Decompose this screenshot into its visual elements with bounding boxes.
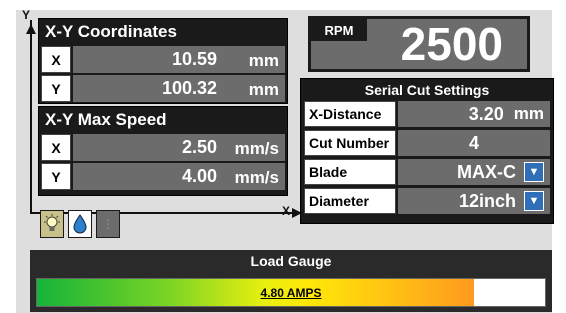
load-gauge-panel: Load Gauge 4.80 AMPS	[30, 250, 552, 312]
x-distance-field[interactable]: 3.20 mm	[398, 101, 550, 127]
coord-y-label: Y	[41, 75, 71, 102]
diameter-select[interactable]: 12inch ▼	[398, 188, 550, 214]
diameter-dropdown-button[interactable]: ▼	[524, 191, 544, 211]
coord-row-y: Y 100.32 mm	[41, 75, 285, 102]
diameter-label: Diameter	[304, 188, 396, 214]
rpm-label: RPM	[311, 19, 367, 41]
y-axis-label: Y	[22, 8, 31, 22]
diameter-value: 12inch	[458, 190, 516, 211]
x-distance-row: X-Distance 3.20 mm	[304, 101, 550, 127]
coord-y-value: 100.32	[73, 75, 227, 102]
load-gauge-title: Load Gauge	[250, 253, 332, 269]
light-bulb-icon	[44, 214, 60, 231]
light-toggle-button[interactable]	[40, 210, 64, 238]
chevron-down-icon: ▼	[528, 165, 540, 178]
speed-y-unit: mm/s	[227, 163, 285, 190]
blade-value: MAX-C	[457, 161, 516, 182]
speed-row-y: Y 4.00 mm/s	[41, 163, 285, 190]
serial-cut-settings-panel: Serial Cut Settings X-Distance 3.20 mm C…	[300, 78, 554, 224]
rpm-display: RPM 2500	[308, 16, 530, 72]
coolant-icon: ⋮	[102, 217, 114, 231]
coolant-toggle-button[interactable]: ⋮	[96, 210, 120, 238]
x-distance-label: X-Distance	[304, 101, 396, 127]
water-drop-icon	[73, 214, 87, 234]
blade-label: Blade	[304, 159, 396, 185]
cut-number-field[interactable]: 4	[398, 130, 550, 156]
y-axis-arrow-icon	[26, 24, 36, 34]
speed-x-value: 2.50	[73, 134, 227, 161]
xy-coordinates-panel: X-Y Coordinates X 10.59 mm Y 100.32 mm	[38, 18, 288, 104]
cut-number-value: 4	[468, 132, 479, 153]
serial-cut-title: Serial Cut Settings	[364, 82, 490, 98]
blade-select[interactable]: MAX-C ▼	[398, 159, 550, 185]
x-distance-unit: mm	[513, 104, 544, 123]
speed-x-unit: mm/s	[227, 134, 285, 161]
speed-y-value: 4.00	[73, 163, 227, 190]
x-axis-label: X	[282, 204, 291, 218]
coord-y-unit: mm	[227, 75, 285, 102]
speed-row-x: X 2.50 mm/s	[41, 134, 285, 161]
load-gauge-bar: 4.80 AMPS	[36, 278, 546, 307]
coord-x-label: X	[41, 46, 71, 73]
speed-x-label: X	[41, 134, 71, 161]
speed-y-label: Y	[41, 163, 71, 190]
machine-status-screen: Y X X-Y Coordinates X 10.59 mm Y 100.32 …	[16, 8, 554, 313]
coord-x-value: 10.59	[73, 46, 227, 73]
y-axis-line	[30, 20, 32, 214]
blade-row: Blade MAX-C ▼	[304, 159, 550, 185]
coord-row-x: X 10.59 mm	[41, 46, 285, 73]
tool-toggle-group: ⋮	[40, 210, 120, 238]
coord-x-unit: mm	[227, 46, 285, 73]
xy-max-speed-title: X-Y Max Speed	[45, 110, 167, 129]
blade-dropdown-button[interactable]: ▼	[524, 162, 544, 182]
load-gauge-reading: 4.80 AMPS	[260, 285, 322, 300]
chevron-down-icon: ▼	[528, 194, 540, 207]
rpm-value: 2500	[400, 18, 503, 70]
x-distance-value: 3.20	[468, 103, 504, 124]
cut-number-row: Cut Number 4	[304, 130, 550, 156]
cut-number-label: Cut Number	[304, 130, 396, 156]
xy-max-speed-panel: X-Y Max Speed X 2.50 mm/s Y 4.00 mm/s	[38, 106, 288, 196]
xy-coordinates-title: X-Y Coordinates	[45, 22, 177, 41]
diameter-row: Diameter 12inch ▼	[304, 188, 550, 214]
water-toggle-button[interactable]	[68, 210, 92, 238]
